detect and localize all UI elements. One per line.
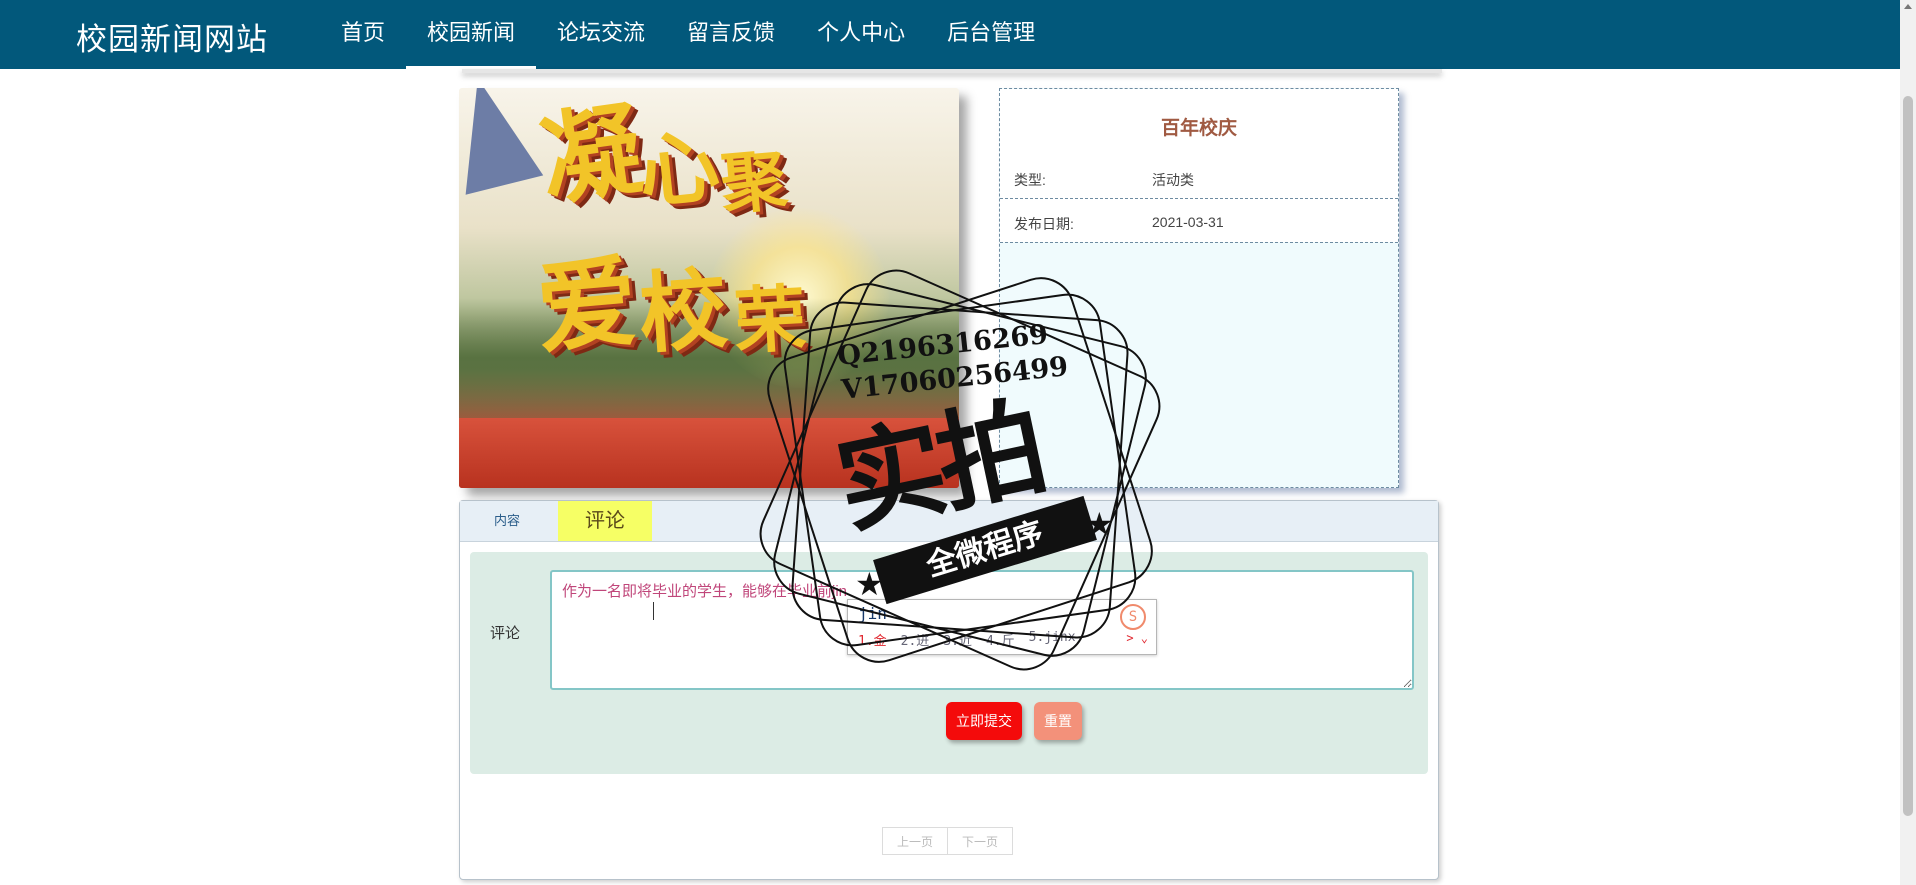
tent-shape [459,88,544,195]
ime-composition: jin [858,604,887,623]
news-title: 百年校庆 [1160,118,1237,139]
image-char: 爱 [532,242,642,369]
ime-candidate[interactable]: 4.斤 [986,630,1015,649]
image-char: 凝 [533,90,649,221]
ime-candidate[interactable]: 3.近 [943,630,972,649]
ime-logo-icon: S [1120,604,1146,630]
ime-candidate[interactable]: 5.jinx [1029,630,1076,649]
page-scrollbar[interactable] [1900,0,1916,885]
image-char: 校 [635,257,731,366]
image-char: 聚 [717,141,791,224]
ime-page-arrows-icon[interactable]: > ⌄ [1126,631,1148,645]
main-nav: 首页 校园新闻 论坛交流 留言反馈 个人中心 后台管理 [320,0,1056,69]
pagination: 上一页 下一页 [882,827,1014,855]
comment-form: 评论 立即提交 重置 [470,552,1428,774]
info-key: 类型: [1014,172,1046,188]
scroll-up-arrow-icon[interactable] [1904,4,1912,9]
scroll-thumb[interactable] [1903,96,1913,816]
nav-item-forum[interactable]: 论坛交流 [536,0,666,69]
info-row-date: 发布日期: 2021-03-31 [1000,199,1398,243]
nav-item-home[interactable]: 首页 [320,0,406,69]
ime-candidate-popup: jin S 1.金 2.进 3.近 4.斤 5.jinx > ⌄ [847,599,1157,655]
news-image: 凝 心 聚 爱 校 荣 [459,88,959,488]
info-value: 2021-03-31 [1152,214,1224,230]
nav-item-campus-news[interactable]: 校园新闻 [406,0,537,69]
top-nav-bar: 校园新闻网站 首页 校园新闻 论坛交流 留言反馈 个人中心 后台管理 [0,0,1900,69]
prev-page-button[interactable]: 上一页 [882,827,949,855]
ime-candidates: 1.金 2.进 3.近 4.斤 5.jinx [858,630,1076,649]
submit-button[interactable]: 立即提交 [946,702,1022,740]
nav-item-feedback[interactable]: 留言反馈 [666,0,796,69]
tab-content[interactable]: 内容 [472,501,542,541]
flower-bed [459,418,959,488]
image-char: 心 [634,119,724,220]
info-key: 发布日期: [1014,216,1074,232]
tab-bar: 内容 评论 [460,501,1438,542]
tab-comment[interactable]: 评论 [558,501,652,541]
ime-candidate[interactable]: 1.金 [858,630,887,649]
info-row-type: 类型: 活动类 [1000,155,1398,199]
text-cursor-icon [653,602,654,620]
image-char: 荣 [731,276,809,364]
info-header: 百年校庆 类型: 活动类 发布日期: 2021-03-31 [1000,89,1398,243]
nav-item-personal-center[interactable]: 个人中心 [796,0,926,69]
content-panel: 内容 评论 评论 立即提交 重置 上一页 下一页 [459,500,1439,880]
info-value: 活动类 [1152,172,1194,188]
next-page-button[interactable]: 下一页 [948,827,1014,855]
comment-label: 评论 [490,625,521,642]
top-divider [462,69,1442,73]
nav-item-admin[interactable]: 后台管理 [926,0,1056,69]
ime-candidate[interactable]: 2.进 [901,630,930,649]
news-info-card: 百年校庆 类型: 活动类 发布日期: 2021-03-31 [999,88,1399,488]
site-title[interactable]: 校园新闻网站 [76,14,268,59]
reset-button[interactable]: 重置 [1034,702,1082,740]
